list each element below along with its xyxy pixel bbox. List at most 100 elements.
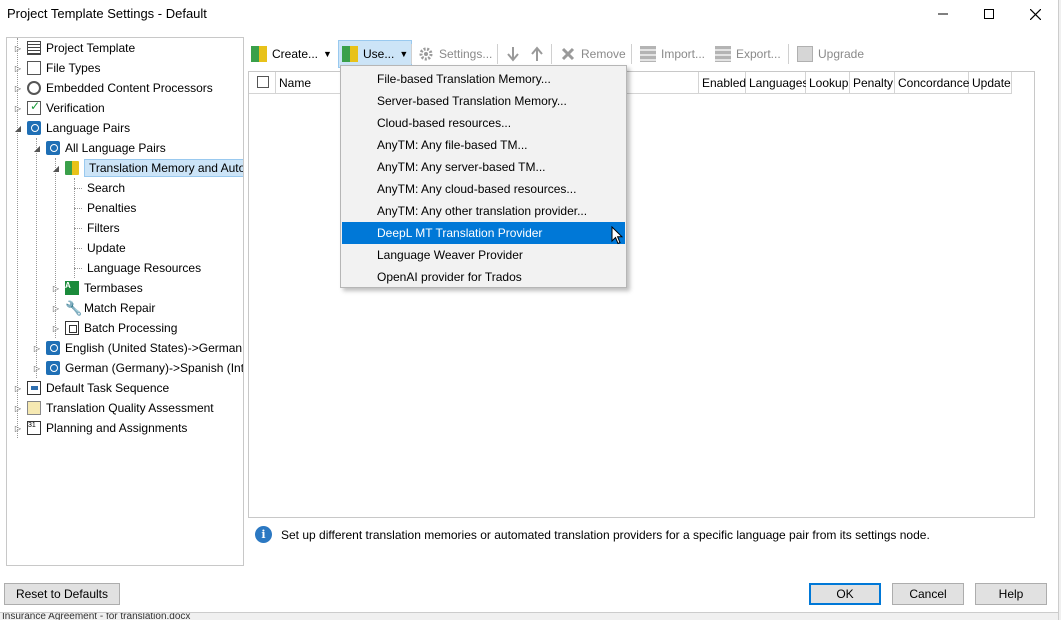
expand-arrow-icon[interactable]: ▷ (32, 364, 42, 373)
tree-item-update[interactable]: Update (87, 238, 126, 258)
language-pair-icon (27, 121, 41, 135)
tree-item-label: Match Repair (84, 301, 156, 315)
export-button[interactable]: Export... (712, 40, 784, 68)
menu-item-file-based-tm[interactable]: File-based Translation Memory... (342, 68, 625, 90)
tree-item-penalties[interactable]: Penalties (87, 198, 136, 218)
expand-arrow-icon[interactable]: ▷ (13, 44, 23, 53)
select-all-checkbox[interactable] (257, 76, 269, 88)
use-label: Use... (363, 47, 395, 61)
tree-item-label: Penalties (87, 201, 137, 215)
background-file-label: Insurance Agreement - for translation.do… (2, 612, 191, 620)
gear-icon (27, 81, 41, 95)
menu-item-anytm-server[interactable]: AnyTM: Any server-based TM... (342, 156, 625, 178)
toolbar-separator (788, 44, 789, 64)
tree-item-label: Language Pairs (46, 121, 131, 135)
column-header-update[interactable]: Update (969, 72, 1012, 94)
expand-arrow-icon[interactable]: ▷ (13, 104, 23, 113)
expand-arrow-icon[interactable]: ▷ (13, 404, 23, 413)
toolbar: Create... ▼ Use... ▼ Settings... Remove … (248, 40, 1048, 68)
select-all-column[interactable] (249, 72, 276, 94)
upgrade-icon (797, 46, 813, 62)
menu-item-openai[interactable]: OpenAI provider for Trados (342, 266, 625, 288)
tree-item-termbases[interactable]: ▷ A Termbases (51, 278, 143, 298)
column-header-lookup[interactable]: Lookup (806, 72, 850, 94)
tree-item-batch-processing[interactable]: ▷ Batch Processing (51, 318, 177, 338)
tree-item-language-pairs[interactable]: ◢ Language Pairs (13, 118, 130, 138)
menu-item-anytm-other[interactable]: AnyTM: Any other translation provider... (342, 200, 625, 222)
tree-item-all-language-pairs[interactable]: ◢ All Language Pairs (32, 138, 166, 158)
tree-item-default-task-sequence[interactable]: ▷ Default Task Sequence (13, 378, 169, 398)
maximize-button[interactable] (966, 0, 1012, 28)
task-sequence-icon (27, 381, 41, 395)
collapse-arrow-icon[interactable]: ◢ (32, 144, 42, 153)
tree-item-file-types[interactable]: ▷ File Types (13, 58, 100, 78)
tree-item-label: English (United States)->German ( (65, 341, 244, 355)
toolbar-separator (411, 44, 412, 64)
title-bar: Project Template Settings - Default (0, 0, 1061, 28)
quality-assessment-icon (27, 401, 41, 415)
expand-arrow-icon[interactable]: ▷ (13, 84, 23, 93)
menu-item-language-weaver[interactable]: Language Weaver Provider (342, 244, 625, 266)
move-up-button[interactable] (527, 40, 547, 68)
column-header-penalty[interactable]: Penalty (850, 72, 895, 94)
tree-item-label: Translation Quality Assessment (46, 401, 214, 415)
create-button[interactable]: Create... ▼ (248, 40, 335, 68)
expand-arrow-icon[interactable]: ▷ (13, 384, 23, 393)
create-tm-icon (251, 46, 267, 62)
tree-item-verification[interactable]: ▷ Verification (13, 98, 105, 118)
tree-item-filters[interactable]: Filters (87, 218, 120, 238)
column-header-concordance[interactable]: Concordance (895, 72, 969, 94)
tree-item-translation-memory[interactable]: ◢ Translation Memory and Auto (51, 158, 243, 178)
remove-button[interactable]: Remove (557, 40, 629, 68)
arrow-down-icon (507, 47, 519, 62)
cancel-button[interactable]: Cancel (892, 583, 964, 605)
collapse-arrow-icon[interactable]: ◢ (51, 164, 61, 173)
create-label: Create... (272, 47, 319, 61)
expand-arrow-icon[interactable]: ▷ (13, 64, 23, 73)
settings-button[interactable]: Settings... (415, 40, 495, 68)
ok-button[interactable]: OK (809, 583, 881, 605)
move-down-button[interactable] (503, 40, 523, 68)
background-window-strip: Insurance Agreement - for translation.do… (0, 612, 1061, 620)
menu-item-anytm-cloud[interactable]: AnyTM: Any cloud-based resources... (342, 178, 625, 200)
close-button[interactable] (1012, 0, 1058, 28)
settings-tree[interactable]: ▷ Project Template ▷ File Types ▷ Embedd… (6, 37, 244, 566)
column-header-enabled[interactable]: Enabled (699, 72, 746, 94)
expand-arrow-icon[interactable]: ▷ (13, 424, 23, 433)
tree-item-label: Translation Memory and Auto (84, 159, 243, 177)
tree-item-embedded-content-processors[interactable]: ▷ Embedded Content Processors (13, 78, 213, 98)
tree-item-match-repair[interactable]: ▷ 🔧 Match Repair (51, 298, 155, 318)
tree-item-planning-and-assignments[interactable]: ▷ 31 Planning and Assignments (13, 418, 187, 438)
column-header-languages[interactable]: Languages (746, 72, 808, 94)
expand-arrow-icon[interactable]: ▷ (51, 304, 61, 313)
menu-item-server-based-tm[interactable]: Server-based Translation Memory... (342, 90, 625, 112)
termbase-icon: A (65, 281, 79, 295)
tree-item-label: Verification (46, 101, 105, 115)
tree-item-english-german[interactable]: ▷ English (United States)->German ( (32, 338, 244, 358)
menu-item-cloud-resources[interactable]: Cloud-based resources... (342, 112, 625, 134)
toolbar-separator (631, 44, 632, 64)
tree-item-search[interactable]: Search (87, 178, 125, 198)
tree-item-translation-quality-assessment[interactable]: ▷ Translation Quality Assessment (13, 398, 214, 418)
reset-to-defaults-button[interactable]: Reset to Defaults (4, 583, 120, 605)
collapse-arrow-icon[interactable]: ◢ (13, 124, 23, 133)
project-template-icon (27, 41, 41, 55)
menu-item-deepl[interactable]: DeepL MT Translation Provider (342, 222, 625, 244)
settings-label: Settings... (439, 47, 493, 61)
menu-item-anytm-file[interactable]: AnyTM: Any file-based TM... (342, 134, 625, 156)
import-button[interactable]: Import... (637, 40, 708, 68)
import-label: Import... (661, 47, 706, 61)
use-tm-icon (342, 46, 358, 62)
tree-item-project-template[interactable]: ▷ Project Template (13, 38, 135, 58)
verification-check-icon (27, 99, 41, 115)
expand-arrow-icon[interactable]: ▷ (51, 284, 61, 293)
expand-arrow-icon[interactable]: ▷ (51, 324, 61, 333)
help-button[interactable]: Help (975, 583, 1047, 605)
expand-arrow-icon[interactable]: ▷ (32, 344, 42, 353)
use-button[interactable]: Use... ▼ (338, 40, 413, 68)
upgrade-button[interactable]: Upgrade (794, 40, 867, 68)
minimize-button[interactable] (920, 0, 966, 28)
tree-item-german-spanish[interactable]: ▷ German (Germany)->Spanish (Inte (32, 358, 243, 378)
tree-item-language-resources[interactable]: Language Resources (87, 258, 201, 278)
tree-item-label: Update (87, 241, 126, 255)
